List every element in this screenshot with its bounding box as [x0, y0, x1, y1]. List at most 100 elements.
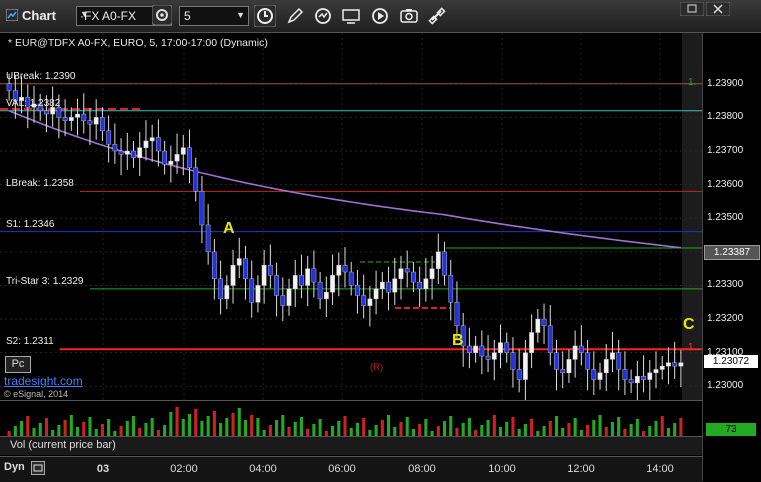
candle-body [510, 352, 516, 370]
candle-body [628, 379, 634, 384]
candle-body [529, 332, 534, 353]
candle-body [622, 369, 628, 380]
candle-body [267, 265, 273, 276]
calendar-icon[interactable] [31, 461, 45, 475]
refresh-icon[interactable] [312, 5, 334, 27]
level-label: UBreak: 1.2390 [6, 70, 76, 82]
candle-body [498, 342, 503, 353]
candle-body [75, 113, 80, 118]
volume-bar [194, 409, 198, 437]
volume-bar [26, 416, 30, 437]
volume-bar [567, 423, 571, 437]
candle-body [224, 285, 230, 300]
volume-bar [281, 415, 285, 437]
candle-body [560, 369, 566, 374]
volume-bar [88, 417, 92, 437]
volume-bar [554, 416, 559, 437]
candle-body [323, 291, 329, 300]
time-axis[interactable]: Dyn 03 02:00 04:00 06:00 08:00 10:00 12:00 14:0… [0, 456, 702, 482]
candle-body [62, 117, 68, 121]
chart-window-icon [6, 9, 18, 21]
candle-body [616, 352, 622, 370]
volume-bar [225, 418, 229, 437]
annotation-r: (R) [370, 362, 384, 373]
volume-bar [449, 416, 453, 437]
candle-body [112, 144, 118, 152]
candle-body [81, 113, 87, 121]
volume-bar [212, 411, 216, 437]
candle-body [211, 251, 217, 279]
volume-bar [299, 417, 304, 437]
pc-button[interactable]: Pc [5, 356, 31, 373]
volume-bar [617, 417, 621, 437]
price-tick: 1.23000 [707, 380, 744, 392]
candle-body [162, 150, 167, 165]
candle-body [168, 160, 174, 165]
volume-bar [343, 416, 347, 437]
candle-body [647, 372, 653, 380]
candle-body [485, 355, 491, 360]
time-label: 14:00 [646, 463, 674, 475]
volume-bar [107, 419, 111, 437]
candle-body [348, 271, 354, 286]
camera-icon[interactable] [398, 5, 420, 27]
pencil-icon[interactable] [284, 5, 306, 27]
candle-body [566, 359, 572, 374]
candle-body [653, 369, 659, 374]
copyright: © eSignal, 2014 [4, 389, 69, 399]
volume-bar [635, 419, 639, 437]
toolbar: Chart ·FX A0-FX ▼ 5 ▼ [0, 0, 761, 33]
candle-body [578, 345, 584, 353]
volume-bar [169, 412, 173, 437]
volume-bar [69, 415, 73, 437]
candle-body [454, 302, 460, 326]
interval-input[interactable]: 5 ▼ [179, 6, 249, 26]
candle-body [429, 268, 435, 279]
gear-icon[interactable] [152, 5, 172, 25]
volume-bar [505, 422, 509, 437]
candle-body [292, 275, 298, 290]
candle-body [336, 265, 342, 276]
brand-link[interactable]: tradesight.com [4, 374, 83, 388]
indicator-icon[interactable] [340, 5, 362, 27]
clock-icon[interactable] [254, 5, 276, 27]
volume-bar [219, 423, 223, 437]
time-label: 10:00 [488, 463, 516, 475]
candle-body [156, 137, 161, 152]
volume-bar [598, 415, 602, 437]
candle-body [442, 251, 447, 276]
candle-body [131, 150, 136, 158]
candle-body [355, 285, 360, 296]
candle-body [100, 117, 105, 132]
candle-body [311, 268, 317, 283]
price-chart[interactable] [0, 33, 702, 400]
candle-body [547, 325, 553, 353]
volume-bar [530, 419, 534, 437]
volume-bar [19, 421, 24, 437]
link-icon[interactable] [426, 5, 448, 27]
candle-body [392, 278, 398, 293]
volume-bar [125, 421, 129, 437]
volume-label-bar: Vol (current price bar) [0, 436, 702, 455]
window-title: Chart [22, 8, 56, 23]
volume-value-label: 73 [706, 423, 756, 436]
candle-body [143, 140, 149, 148]
time-label: 06:00 [328, 463, 356, 475]
chevron-down-icon[interactable]: ▼ [236, 10, 245, 20]
volume-bar [206, 416, 210, 437]
play-icon[interactable] [369, 5, 391, 27]
volume-bar [131, 416, 136, 437]
candle-body [187, 147, 192, 169]
dyn-label: Dyn [4, 461, 25, 473]
close-icon[interactable] [706, 2, 730, 16]
volume-bar [181, 419, 185, 437]
restore-icon[interactable] [680, 2, 704, 16]
volume-panel[interactable] [0, 400, 702, 439]
volume-bar [250, 415, 254, 437]
volume-bar [275, 420, 279, 437]
volume-bar [150, 418, 154, 437]
volume-bar [44, 418, 48, 437]
candle-body [659, 365, 665, 370]
candle-body [305, 268, 311, 286]
candle-body [597, 372, 603, 380]
